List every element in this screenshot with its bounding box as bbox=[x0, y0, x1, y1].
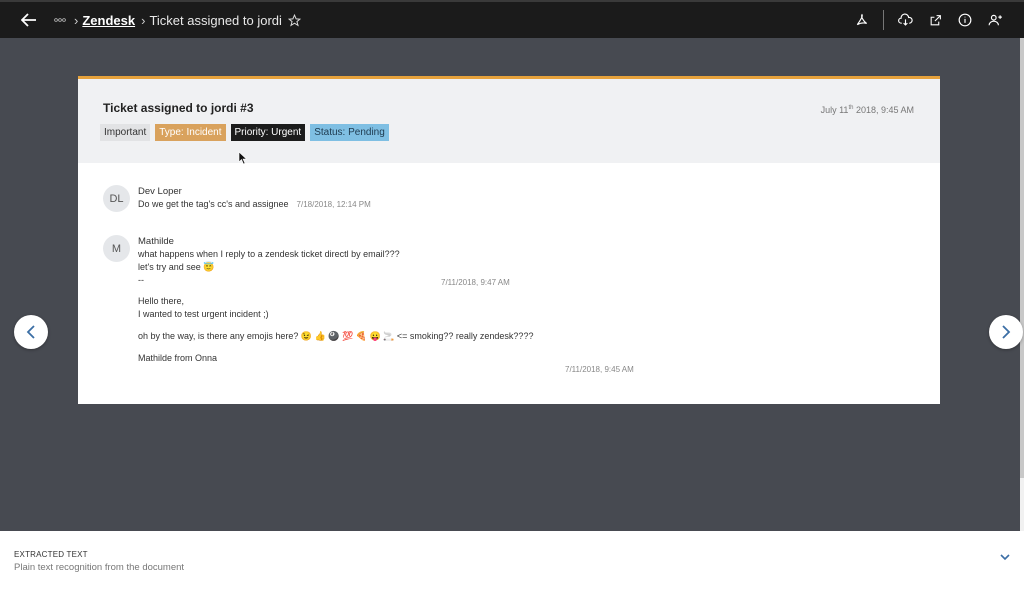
message-timestamp: 7/18/2018, 12:14 PM bbox=[296, 200, 371, 209]
star-icon[interactable] bbox=[287, 13, 302, 27]
avatar: M bbox=[103, 235, 130, 262]
tag-type: Type: Incident bbox=[155, 124, 226, 141]
message-body: Mathilde what happens when I reply to a … bbox=[138, 235, 533, 365]
chevron-right-icon bbox=[1002, 325, 1011, 339]
ticket-tags: Important Type: Incident Priority: Urgen… bbox=[100, 124, 394, 141]
next-page-button[interactable] bbox=[989, 315, 1023, 349]
message-signature: Mathilde from Onna bbox=[138, 353, 218, 363]
scrollbar-thumb[interactable] bbox=[1020, 38, 1024, 478]
mouse-cursor-icon bbox=[238, 151, 248, 165]
message-body: Dev Loper Do we get the tag's cc's and a… bbox=[138, 185, 371, 211]
extracted-text-title: EXTRACTED TEXT bbox=[14, 550, 88, 559]
message-text-line: Do we get the tag's cc's and assignee 7/1… bbox=[138, 199, 371, 209]
message-author: Mathilde bbox=[138, 236, 174, 247]
extracted-text-subtitle: Plain text recognition from the document bbox=[14, 562, 185, 573]
message-text-line: I wanted to test urgent incident ;) bbox=[138, 309, 269, 319]
message-text-line: let's try and see 😇 bbox=[138, 262, 215, 272]
message-timestamp: 7/11/2018, 9:47 AM bbox=[441, 278, 510, 287]
external-link-icon[interactable] bbox=[920, 5, 950, 35]
tag-priority: Priority: Urgent bbox=[230, 124, 306, 141]
message-text-line: what happens when I reply to a zendesk t… bbox=[138, 249, 400, 259]
ticket-date: July 11th 2018, 9:45 AM bbox=[820, 105, 914, 115]
chevron-left-icon bbox=[26, 325, 35, 339]
info-icon[interactable] bbox=[950, 5, 980, 35]
breadcrumb-parent-link[interactable]: Zendesk bbox=[82, 13, 135, 28]
extracted-text-panel[interactable]: EXTRACTED TEXT Plain text recognition fr… bbox=[0, 531, 1024, 590]
toolbar-divider bbox=[883, 10, 884, 30]
message-timestamp: 7/11/2018, 9:45 AM bbox=[565, 365, 634, 374]
add-user-icon[interactable] bbox=[980, 5, 1010, 35]
breadcrumb-current: Ticket assigned to jordi bbox=[149, 12, 282, 28]
previous-page-button[interactable] bbox=[14, 315, 48, 349]
pdf-icon[interactable] bbox=[847, 5, 877, 35]
message-text-line: oh by the way, is there any emojis here?… bbox=[138, 331, 534, 341]
message-text-line: Hello there, bbox=[138, 296, 185, 306]
more-icon[interactable] bbox=[52, 12, 68, 28]
message-author: Dev Loper bbox=[138, 186, 182, 197]
cloud-download-icon[interactable] bbox=[890, 5, 920, 35]
toolbar-actions bbox=[847, 2, 1010, 38]
breadcrumb-separator: › bbox=[141, 12, 146, 28]
back-arrow-icon[interactable] bbox=[18, 9, 40, 31]
ticket-document: Ticket assigned to jordi #3 July 11th 20… bbox=[78, 76, 940, 404]
tag-important: Important bbox=[100, 124, 151, 141]
ticket-header: Ticket assigned to jordi #3 July 11th 20… bbox=[78, 79, 940, 165]
chevron-down-icon[interactable] bbox=[998, 550, 1012, 564]
top-bar: › Zendesk › Ticket assigned to jordi bbox=[0, 0, 1024, 38]
avatar: DL bbox=[103, 185, 130, 212]
ticket-title: Ticket assigned to jordi #3 bbox=[103, 101, 254, 115]
tag-status: Status: Pending bbox=[310, 124, 389, 141]
breadcrumb-separator: › bbox=[74, 12, 79, 28]
